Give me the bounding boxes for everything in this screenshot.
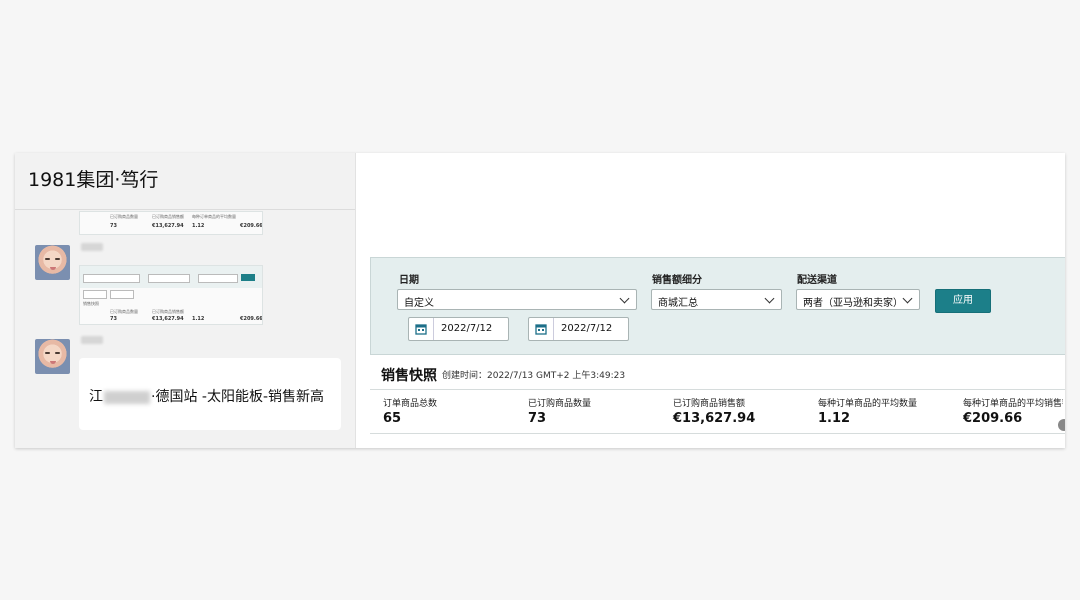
metric-value: €209.66 xyxy=(963,411,1023,426)
scroll-handle[interactable] xyxy=(1058,419,1065,431)
thumb-field xyxy=(83,290,107,299)
sales-breakdown-select[interactable]: 商城汇总 xyxy=(651,289,782,310)
chevron-down-icon xyxy=(764,293,775,304)
thumb-label: 已订购商品数量 xyxy=(110,214,138,219)
chat-panel: 1981集团·笃行 已订购商品数量 已订购商品销售额 每种订单商品的平均数量 7… xyxy=(15,153,356,448)
thumb-button xyxy=(241,274,255,281)
sender-name-blurred xyxy=(81,243,103,251)
metric-total-order-items: 订单商品总数 65 xyxy=(383,396,437,426)
thumb-label: 每种订单商品的平均数量 xyxy=(192,214,236,219)
thumb-label: 已订购商品数量 xyxy=(110,309,138,314)
message-text-end: ·德国站 -太阳能板-销售新高 xyxy=(151,389,325,405)
thumb-value: €209.66 xyxy=(240,223,263,229)
avatar-eye xyxy=(45,258,50,260)
thumb-value: €13,627.94 xyxy=(152,316,184,322)
metric-avg-units-per-order-item: 每种订单商品的平均数量 1.12 xyxy=(818,396,917,426)
thumb-value: 73 xyxy=(110,316,117,322)
avatar-eye xyxy=(55,352,60,354)
thumb-label: 已订购商品销售额 xyxy=(152,214,184,219)
start-date-field[interactable]: 2022/7/12 xyxy=(408,317,509,341)
chat-message-bubble[interactable]: 江 ·德国站 -太阳能板-销售新高 xyxy=(79,358,341,430)
metric-label: 已订购商品数量 xyxy=(528,399,592,409)
avatar[interactable] xyxy=(35,245,70,280)
thumb-filter-panel xyxy=(80,266,262,288)
end-date-field[interactable]: 2022/7/12 xyxy=(528,317,629,341)
thumb-field xyxy=(198,274,238,283)
avatar[interactable] xyxy=(35,339,70,374)
thumb-value: €13,627.94 xyxy=(152,223,184,229)
thumb-field xyxy=(110,290,134,299)
metric-label: 每种订单商品的平均数量 xyxy=(818,399,918,409)
end-date-value: 2022/7/12 xyxy=(561,323,613,334)
apply-button[interactable]: 应用 xyxy=(935,289,991,313)
thumb-value: 73 xyxy=(110,223,117,229)
thumb-value: €209.66 xyxy=(240,316,263,322)
calendar-icon[interactable] xyxy=(529,318,554,340)
metric-value: 73 xyxy=(528,411,547,426)
avatar-eye xyxy=(55,258,60,260)
date-range-select[interactable]: 自定义 xyxy=(397,289,637,310)
snapshot-divider xyxy=(370,433,1065,434)
snapshot-created-time: 创建时间：2022/7/13 GMT+2 上午3:49:23 xyxy=(442,371,626,381)
start-date-value: 2022/7/12 xyxy=(441,323,493,334)
sender-name-blurred xyxy=(81,336,103,344)
thumb-label: 销售快照 xyxy=(83,301,99,306)
screenshot-frame: 1981集团·笃行 已订购商品数量 已订购商品销售额 每种订单商品的平均数量 7… xyxy=(15,153,1065,448)
snapshot-divider xyxy=(370,389,1065,390)
avatar-mouth xyxy=(50,267,56,270)
chevron-down-icon xyxy=(902,293,913,304)
chat-image-thumbnail[interactable]: 销售快照 已订购商品数量 已订购商品销售额 73 €13,627.94 1.12… xyxy=(79,265,263,325)
metric-label: 每种订单商品的平均销售额 xyxy=(963,399,1063,409)
metric-value: 65 xyxy=(383,411,402,426)
chevron-down-icon xyxy=(619,293,630,304)
thumb-value: 1.12 xyxy=(192,316,205,322)
metric-value: €13,627.94 xyxy=(673,411,756,426)
date-range-value: 自定义 xyxy=(404,298,434,309)
thumb-value: 1.12 xyxy=(192,223,205,229)
fulfillment-channel-value: 两者（亚马逊和卖家） xyxy=(803,298,903,309)
metric-ordered-product-sales: 已订购商品销售额 €13,627.94 xyxy=(673,396,755,426)
thumb-label: 已订购商品销售额 xyxy=(152,309,184,314)
metric-label: 订单商品总数 xyxy=(383,399,438,409)
sales-breakdown-value: 商城汇总 xyxy=(658,298,698,309)
chat-header-divider xyxy=(15,209,355,210)
metric-label: 已订购商品销售额 xyxy=(673,399,746,409)
filter-panel: 日期 自定义 销售额细分 商城汇总 配送渠道 两者（亚马逊和卖家） 应用 202… xyxy=(370,257,1065,355)
breakdown-label: 销售额细分 xyxy=(652,275,702,286)
metric-units-ordered: 已订购商品数量 73 xyxy=(528,396,591,426)
metric-value: 1.12 xyxy=(818,411,851,426)
thumb-field xyxy=(148,274,190,283)
message-text-start: 江 xyxy=(89,389,103,405)
redacted-text xyxy=(104,390,150,404)
metric-avg-sales-per-order-item: 每种订单商品的平均销售额 €209.66 xyxy=(963,396,1063,426)
date-label: 日期 xyxy=(399,275,419,286)
report-screenshot: 日期 自定义 销售额细分 商城汇总 配送渠道 两者（亚马逊和卖家） 应用 202… xyxy=(356,153,1065,448)
chat-title: 1981集团·笃行 xyxy=(28,169,159,191)
sales-snapshot-title: 销售快照 xyxy=(381,368,437,384)
avatar-eye xyxy=(45,352,50,354)
avatar-mouth xyxy=(50,361,56,364)
fulfillment-channel-select[interactable]: 两者（亚马逊和卖家） xyxy=(796,289,920,310)
chat-message-text: 江 ·德国站 -太阳能板-销售新高 xyxy=(89,386,324,406)
thumb-field xyxy=(83,274,140,283)
calendar-icon[interactable] xyxy=(409,318,434,340)
channel-label: 配送渠道 xyxy=(797,275,837,286)
chat-image-thumbnail[interactable]: 已订购商品数量 已订购商品销售额 每种订单商品的平均数量 73 €13,627.… xyxy=(79,211,263,235)
